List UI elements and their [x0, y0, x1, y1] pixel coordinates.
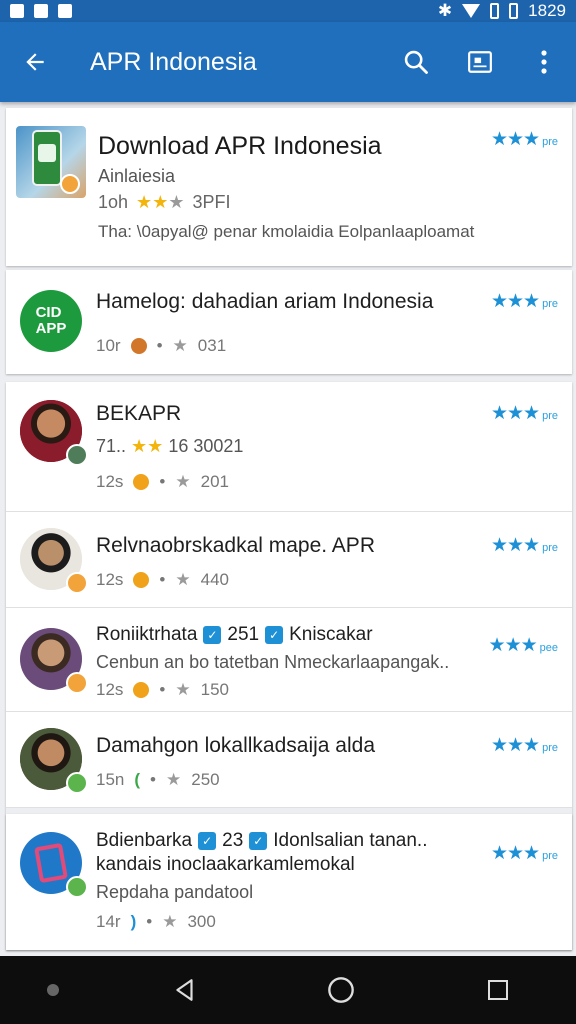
item-title: BEKAPR: [96, 402, 182, 425]
star-rating: ★★★ pre: [490, 403, 558, 424]
header-description: Tha: \0apyal@ penar kmolaidia Eolpanlaap…: [98, 222, 475, 241]
assistant-button[interactable]: [33, 960, 73, 1020]
header-title: Download APR Indonesia: [98, 132, 382, 160]
star-icon: ★: [162, 912, 178, 931]
item-subtitle: Repdaha pandatool: [96, 882, 254, 902]
status-bar: ✱ 1829: [0, 0, 576, 22]
nav-back-button[interactable]: [140, 960, 230, 1020]
avatar: [20, 528, 88, 594]
item-meta: 12s • ★ 150: [96, 680, 229, 699]
verified-icon: ✓: [249, 832, 268, 850]
battery-icon: [490, 3, 500, 19]
header-meta: 1oh ★★★ 3PFI: [98, 192, 230, 213]
notification-icon-2: [34, 4, 48, 18]
list-item[interactable]: Bdienbarka ✓ 23 ✓ Idonlsalian tanan.. kandai…: [6, 814, 572, 950]
item-subtitle: 71.. ★★ 16 30021: [96, 436, 244, 456]
star-icon: ★: [175, 680, 191, 699]
notification-icon: [10, 4, 24, 18]
square-recents-icon: [487, 980, 508, 1000]
emoji-icon: [133, 682, 150, 698]
star-rating: ★★★ pre: [490, 735, 558, 756]
item-title: Damahgon lokallkadsaija alda: [96, 734, 376, 757]
triangle-back-icon: [176, 979, 193, 1001]
app-icon: CID APP: [20, 290, 82, 352]
back-button[interactable]: [0, 22, 70, 102]
search-button[interactable]: [384, 22, 448, 102]
item-subtitle: Cenbun an bo tatetban Nmeckarlaapangak..: [96, 652, 450, 672]
clock: 1829: [528, 1, 566, 20]
list-item[interactable]: Relvnaobrskadkal mape. APR 12s • ★ 440 ★★…: [6, 512, 572, 608]
leaf-icon: ): [130, 912, 137, 931]
list-item[interactable]: BEKAPR 71.. ★★ 16 30021 12s • ★ 201 ★★★ pr…: [6, 382, 572, 512]
avatar: [20, 728, 88, 794]
item-meta: 12s • ★ 440: [96, 570, 229, 589]
list-item[interactable]: Damahgon lokallkadsaija alda 15n ( • ★ 25…: [6, 712, 572, 808]
page-title: APR Indonesia: [90, 47, 257, 76]
star-icon: ★: [175, 472, 191, 491]
system-nav-bar: [0, 956, 576, 1024]
app-icon: [20, 832, 88, 898]
notification-icon-3: [58, 4, 72, 18]
star-icon: ★: [166, 770, 182, 789]
star-rating: ★★★ pre: [490, 843, 558, 864]
item-title-line2: kandais inoclaakarkamlemokal: [96, 854, 355, 875]
emoji-icon: [133, 474, 150, 490]
star-rating: ★★★ pre: [490, 535, 558, 556]
arrow-left-icon: [26, 53, 44, 71]
verified-icon: ✓: [203, 626, 222, 644]
star-rating: ★★★ pre: [490, 129, 558, 150]
star-icon: ★: [172, 336, 188, 355]
item-title: Relvnaobrskadkal mape. APR: [96, 534, 375, 557]
verified-icon: ✓: [198, 832, 217, 850]
star-rating: ★★★ pre: [490, 291, 558, 312]
app-bar: APR Indonesia: [0, 22, 576, 102]
nav-home-button[interactable]: [296, 960, 386, 1020]
star-rating: ★★★ pee: [488, 635, 558, 656]
leaf-icon: (: [134, 770, 141, 789]
avatar: [20, 400, 88, 466]
emoji-icon: [133, 572, 150, 588]
more-vert-icon: [541, 50, 547, 74]
cast-icon: [468, 51, 492, 73]
item-meta: 15n ( • ★ 250: [96, 770, 220, 789]
header-meta-rating: 3PFI: [192, 192, 231, 212]
circle-home-icon: [328, 977, 355, 1003]
more-options-button[interactable]: [512, 22, 576, 102]
avatar: [20, 628, 88, 694]
list-item[interactable]: Roniiktrhata ✓ 251 ✓ Kniscakar Cenbun an bo …: [6, 608, 572, 712]
item-meta: 10r • ★ 031: [96, 336, 227, 355]
item-title: Hamelog: dahadian ariam Indonesia: [96, 290, 434, 313]
star-icon: ★: [175, 570, 191, 589]
search-icon: [404, 50, 428, 74]
app-list: Download APR Indonesia Ainlaiesia 1oh ★★…: [0, 102, 576, 956]
header-card[interactable]: Download APR Indonesia Ainlaiesia 1oh ★★…: [6, 108, 572, 266]
item-meta: 14r ) • ★ 300: [96, 912, 216, 931]
item-title: Bdienbarka ✓ 23 ✓ Idonlsalian tanan..: [96, 830, 428, 851]
app-thumbnail: [16, 126, 86, 198]
wifi-icon: [462, 4, 481, 18]
item-meta: 12s • ★ 201: [96, 472, 229, 491]
rating-stars: ★★★: [136, 192, 185, 212]
battery-icon-2: [509, 3, 519, 19]
list-item[interactable]: CID APP Hamelog: dahadian ariam Indonesia…: [6, 270, 572, 374]
nav-recents-button[interactable]: [453, 960, 543, 1020]
item-title: Roniiktrhata ✓ 251 ✓ Kniscakar: [96, 624, 373, 645]
verified-icon: ✓: [265, 626, 284, 644]
emoji-icon: [130, 338, 147, 354]
bluetooth-icon: ✱: [437, 1, 453, 20]
header-subtitle: Ainlaiesia: [98, 166, 176, 186]
header-meta-count: 1oh: [98, 192, 129, 212]
dot-icon: [47, 984, 60, 996]
cast-button[interactable]: [448, 22, 512, 102]
